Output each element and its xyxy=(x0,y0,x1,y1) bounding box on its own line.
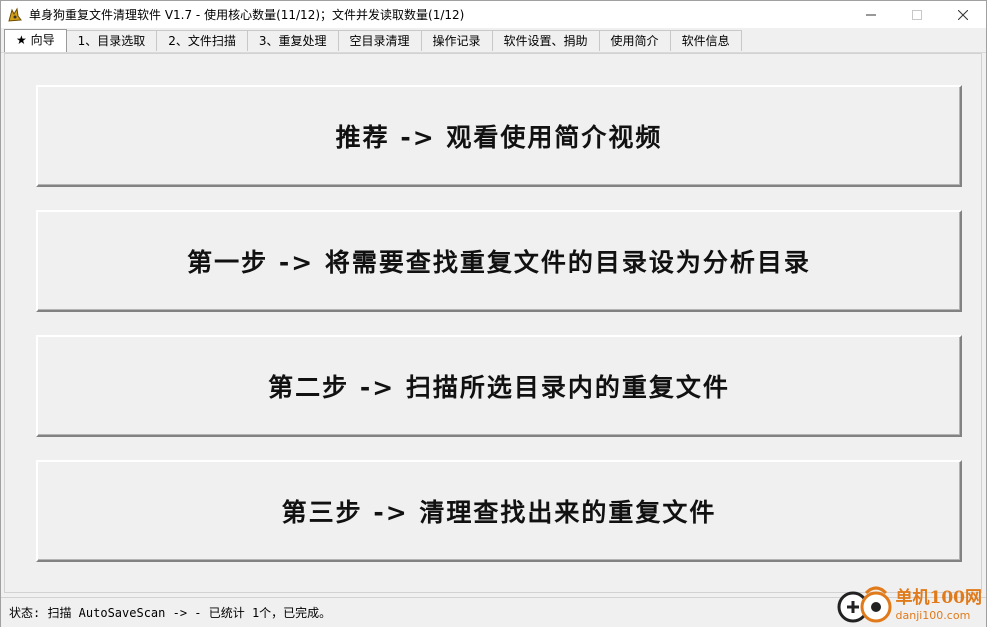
status-text: 状态: 扫描 AutoSaveScan -> - 已统计 1个，已完成。 xyxy=(9,606,332,620)
tab-software-info[interactable]: 软件信息 xyxy=(669,30,742,51)
step-three-button[interactable]: 第三步 -> 清理查找出来的重复文件 xyxy=(36,460,962,562)
tab-settings-donate[interactable]: 软件设置、捐助 xyxy=(491,30,600,51)
watermark-en: danji100.com xyxy=(895,608,971,622)
step-two-button[interactable]: 第二步 -> 扫描所选目录内的重复文件 xyxy=(36,335,962,437)
app-dog-icon xyxy=(7,7,23,23)
minimize-button[interactable] xyxy=(848,1,894,28)
watermark-text: 单机100网 danji100.com xyxy=(895,587,983,622)
tab-duplicate-handling[interactable]: 3、重复处理 xyxy=(246,30,339,51)
tab-strip: ★ 向导 1、目录选取 2、文件扫描 3、重复处理 空目录清理 操作记录 软件设… xyxy=(1,28,986,53)
close-button[interactable] xyxy=(940,1,986,28)
window-title: 单身狗重复文件清理软件 V1.7 - 使用核心数量(11/12)；文件并发读取数… xyxy=(29,8,465,22)
tab-operation-log[interactable]: 操作记录 xyxy=(420,30,493,51)
watermark-cn: 单机100网 xyxy=(895,587,983,608)
maximize-button[interactable] xyxy=(894,1,940,28)
tab-list: ★ 向导 1、目录选取 2、文件扫描 3、重复处理 空目录清理 操作记录 软件设… xyxy=(4,29,742,52)
close-icon xyxy=(958,9,968,20)
wizard-panel: 推荐 -> 观看使用简介视频 第一步 -> 将需要查找重复文件的目录设为分析目录… xyxy=(4,53,982,593)
site-watermark: 单机100网 danji100.com xyxy=(836,585,983,625)
tab-wizard[interactable]: ★ 向导 xyxy=(4,29,67,52)
watermark-logo-icon xyxy=(836,585,894,625)
tab-directory-select[interactable]: 1、目录选取 xyxy=(65,30,158,51)
minimize-icon xyxy=(866,14,876,15)
tab-file-scan[interactable]: 2、文件扫描 xyxy=(156,30,248,51)
tab-empty-dir-cleanup[interactable]: 空目录清理 xyxy=(337,30,422,51)
watch-video-button[interactable]: 推荐 -> 观看使用简介视频 xyxy=(36,85,962,187)
window-controls xyxy=(848,1,986,28)
title-bar[interactable]: 单身狗重复文件清理软件 V1.7 - 使用核心数量(11/12)；文件并发读取数… xyxy=(1,1,986,28)
maximize-icon xyxy=(912,9,922,20)
step-one-button[interactable]: 第一步 -> 将需要查找重复文件的目录设为分析目录 xyxy=(36,210,962,312)
tab-usage-guide[interactable]: 使用简介 xyxy=(598,30,671,51)
app-window: 单身狗重复文件清理软件 V1.7 - 使用核心数量(11/12)；文件并发读取数… xyxy=(0,0,987,627)
